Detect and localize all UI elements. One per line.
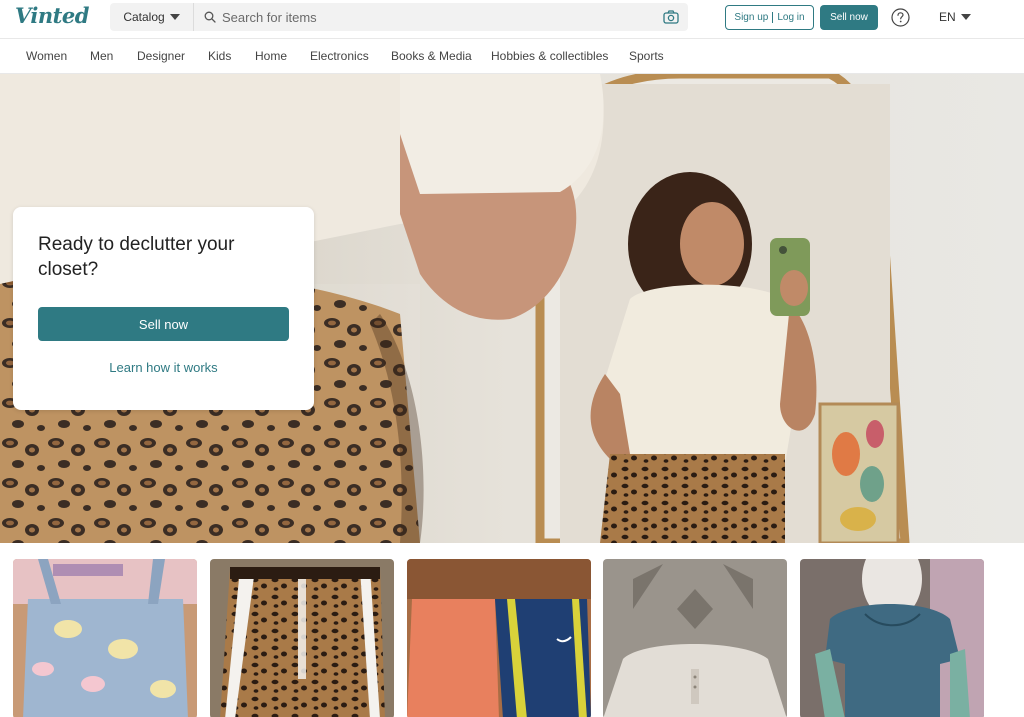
language-selector[interactable]: EN — [939, 10, 971, 24]
search-input[interactable] — [216, 4, 663, 30]
nav-item-men[interactable]: Men — [90, 49, 113, 63]
chevron-down-icon — [960, 14, 971, 20]
signup-label[interactable]: Sign up — [734, 12, 768, 23]
camera-icon[interactable] — [663, 10, 679, 24]
vinted-logo[interactable]: Vinted — [15, 3, 89, 28]
catalog-label: Catalog — [123, 10, 165, 24]
sell-promo-card: Ready to declutter your closet? Sell now… — [13, 207, 314, 410]
nav-item-home[interactable]: Home — [255, 49, 287, 63]
divider — [772, 12, 774, 23]
item-card[interactable] — [407, 559, 591, 717]
chevron-down-icon — [169, 14, 180, 20]
item-card[interactable] — [800, 559, 984, 717]
nav-item-books-media[interactable]: Books & Media — [391, 49, 472, 63]
item-card[interactable] — [210, 559, 394, 717]
item-card[interactable] — [13, 559, 197, 717]
nav-item-electronics[interactable]: Electronics — [310, 49, 369, 63]
category-nav: Women Men Designer Kids Home Electronics… — [0, 38, 1024, 74]
items-grid — [0, 543, 1024, 717]
catalog-dropdown[interactable]: Catalog — [110, 3, 194, 31]
signup-login-button[interactable]: Sign up Log in — [725, 5, 814, 30]
search-bar: Catalog — [110, 3, 688, 31]
learn-how-link[interactable]: Learn how it works — [38, 360, 289, 375]
sell-now-header-button[interactable]: Sell now — [820, 5, 878, 30]
search-icon — [204, 11, 216, 23]
nav-item-sports[interactable]: Sports — [629, 49, 664, 63]
sell-now-button[interactable]: Sell now — [38, 307, 289, 341]
item-photo-leopard-pants — [210, 559, 394, 717]
item-card[interactable] — [603, 559, 787, 717]
hero-banner: Ready to declutter your closet? Sell now… — [0, 74, 1024, 543]
nav-item-designer[interactable]: Designer — [137, 49, 185, 63]
item-photo-overalls — [13, 559, 197, 717]
language-label: EN — [939, 10, 956, 24]
item-photo-blue-top — [800, 559, 984, 717]
help-icon[interactable] — [891, 8, 910, 27]
promo-title: Ready to declutter your closet? — [38, 234, 235, 280]
nav-item-kids[interactable]: Kids — [208, 49, 231, 63]
login-label[interactable]: Log in — [777, 12, 804, 23]
top-header: Vinted Catalog Sign up Log in Sell now E… — [0, 0, 1024, 38]
nav-item-hobbies-collectibles[interactable]: Hobbies & collectibles — [491, 49, 608, 63]
nav-item-women[interactable]: Women — [26, 49, 67, 63]
item-photo-track-pants — [407, 559, 591, 717]
item-photo-knit-sweater — [603, 559, 787, 717]
